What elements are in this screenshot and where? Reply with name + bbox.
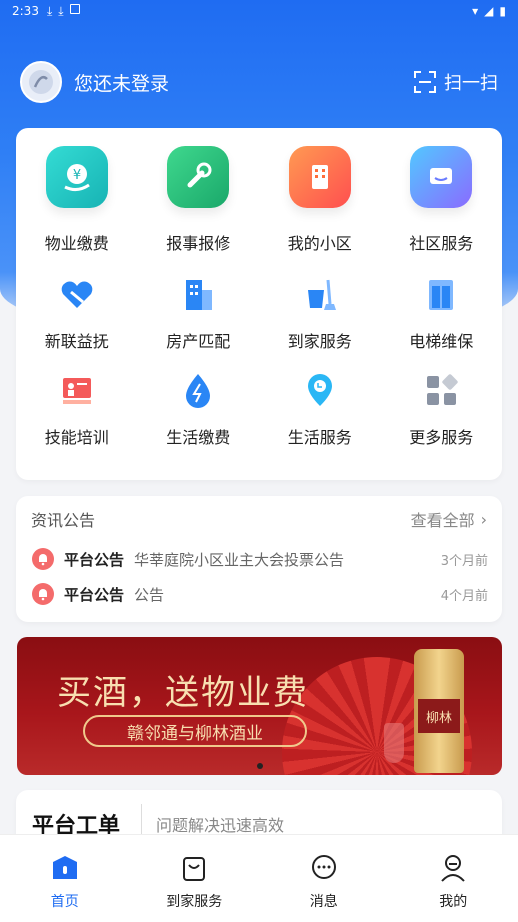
login-prompt[interactable]: 您还未登录 <box>74 69 169 96</box>
service-label: 房产匹配 <box>166 332 231 351</box>
wifi-icon: ▾ <box>472 4 479 18</box>
tab-label: 我的 <box>439 894 468 910</box>
tab-home-service[interactable]: 到家服务 <box>130 835 260 922</box>
services-card: ¥ 物业缴费 报事报修 我的小区 社区服务 新联益抚 房产匹配 到家服务 电梯维… <box>16 128 502 480</box>
bottom-tab-bar: 首页 到家服务 消息 我的 <box>0 834 518 922</box>
avatar[interactable] <box>20 61 62 103</box>
water-drop-icon <box>178 370 218 410</box>
chat-icon <box>410 146 473 208</box>
cleaning-icon <box>300 274 340 314</box>
work-order-subtitle: 问题解决迅速高效 <box>156 816 285 835</box>
news-tag: 平台公告 <box>64 550 125 569</box>
service-label: 到家服务 <box>287 332 352 351</box>
service-repair[interactable]: 报事报修 <box>138 146 260 261</box>
notification-icons: ⤓ ⤓ <box>46 3 80 19</box>
service-label: 技能培训 <box>44 428 109 447</box>
service-label: 新联益抚 <box>44 332 109 351</box>
user-icon <box>438 853 468 883</box>
tab-messages[interactable]: 消息 <box>259 835 389 922</box>
service-life-payment[interactable]: 生活缴费 <box>138 370 260 460</box>
carousel-dot[interactable] <box>256 763 263 769</box>
service-housing-match[interactable]: 房产匹配 <box>138 274 260 364</box>
view-all-label: 查看全部 <box>410 511 475 530</box>
bell-icon <box>32 583 54 605</box>
tab-label: 首页 <box>50 894 79 910</box>
heart-hand-icon <box>57 274 97 314</box>
news-time: 4个月前 <box>440 588 488 604</box>
service-xinlian[interactable]: 新联益抚 <box>16 274 138 364</box>
scan-icon <box>414 71 436 93</box>
service-label: 电梯维保 <box>409 332 474 351</box>
system-icons: ▾ ◢ ▮ <box>472 4 506 18</box>
tab-home[interactable]: 首页 <box>0 835 130 922</box>
battery-icon: ▮ <box>499 4 506 18</box>
message-icon <box>309 853 339 883</box>
download-icon: ⤓ <box>58 3 64 18</box>
building-icon <box>288 146 351 208</box>
bag-icon <box>179 853 209 883</box>
repair-icon <box>167 146 230 208</box>
news-tag: 平台公告 <box>64 585 125 604</box>
tab-profile[interactable]: 我的 <box>389 835 518 922</box>
service-label: 社区服务 <box>409 234 474 253</box>
news-header: 资讯公告 查看全部 › <box>31 507 487 531</box>
service-elevator[interactable]: 电梯维保 <box>381 274 503 364</box>
status-bar: 2:33 ⤓ ⤓ ▾ ◢ ▮ <box>0 0 518 22</box>
training-icon <box>57 370 97 410</box>
news-item[interactable]: 平台公告 华莘庭院小区业主大会投票公告 3个月前 <box>32 547 488 571</box>
banner-subtitle: 赣邻通与柳林酒业 <box>83 715 307 747</box>
chevron-right-icon: › <box>480 509 487 529</box>
apartment-icon <box>178 274 218 314</box>
news-time: 3个月前 <box>440 553 488 569</box>
service-label: 生活服务 <box>287 428 352 447</box>
property-fee-icon: ¥ <box>45 146 108 208</box>
tab-label: 到家服务 <box>166 894 223 910</box>
wine-glass-image <box>384 723 404 763</box>
service-life[interactable]: 生活服务 <box>259 370 381 460</box>
service-label: 我的小区 <box>287 234 352 253</box>
news-card: 资讯公告 查看全部 › 平台公告 华莘庭院小区业主大会投票公告 3个月前 平台公… <box>16 496 502 622</box>
location-service-icon <box>300 370 340 410</box>
news-text: 华莘庭院小区业主大会投票公告 <box>134 550 345 569</box>
service-property-fee[interactable]: ¥ 物业缴费 <box>16 146 138 261</box>
scan-label: 扫一扫 <box>444 73 498 94</box>
service-training[interactable]: 技能培训 <box>16 370 138 460</box>
service-label: 报事报修 <box>166 234 231 253</box>
elevator-icon <box>421 274 461 314</box>
home-icon <box>50 853 80 883</box>
app-notification-icon <box>69 3 80 14</box>
news-text: 公告 <box>134 585 165 604</box>
download-icon: ⤓ <box>46 3 53 18</box>
divider <box>141 804 142 834</box>
service-label: 物业缴费 <box>44 234 109 253</box>
main-services-row: ¥ 物业缴费 报事报修 我的小区 社区服务 <box>16 146 502 261</box>
news-title: 资讯公告 <box>31 511 96 530</box>
service-home[interactable]: 到家服务 <box>259 274 381 364</box>
carousel-indicator <box>17 763 502 769</box>
news-item[interactable]: 平台公告 公告 4个月前 <box>32 582 488 606</box>
service-more[interactable]: 更多服务 <box>381 370 503 460</box>
more-services-row-1: 新联益抚 房产匹配 到家服务 电梯维保 <box>16 274 502 364</box>
avatar-logo-icon <box>29 70 53 94</box>
scan-button[interactable]: 扫一扫 <box>414 69 498 95</box>
tab-label: 消息 <box>309 894 338 910</box>
top-bar: 您还未登录 扫一扫 <box>20 60 498 104</box>
more-services-row-2: 技能培训 生活缴费 生活服务 更多服务 <box>16 370 502 460</box>
bell-icon <box>32 548 54 570</box>
service-label: 更多服务 <box>409 428 474 447</box>
signal-icon: ◢ <box>484 4 494 18</box>
bottle-label: 柳林 <box>418 699 460 733</box>
banner-title: 买酒，送物业费 <box>57 673 309 713</box>
status-time: 2:33 <box>12 4 39 18</box>
service-my-community[interactable]: 我的小区 <box>259 146 381 261</box>
more-grid-icon <box>421 370 461 410</box>
service-label: 生活缴费 <box>166 428 231 447</box>
view-all-link[interactable]: 查看全部 › <box>411 507 487 531</box>
promo-banner[interactable]: 买酒，送物业费 赣邻通与柳林酒业 柳林 <box>17 637 502 775</box>
service-community[interactable]: 社区服务 <box>381 146 503 261</box>
svg-text:¥: ¥ <box>73 168 81 183</box>
